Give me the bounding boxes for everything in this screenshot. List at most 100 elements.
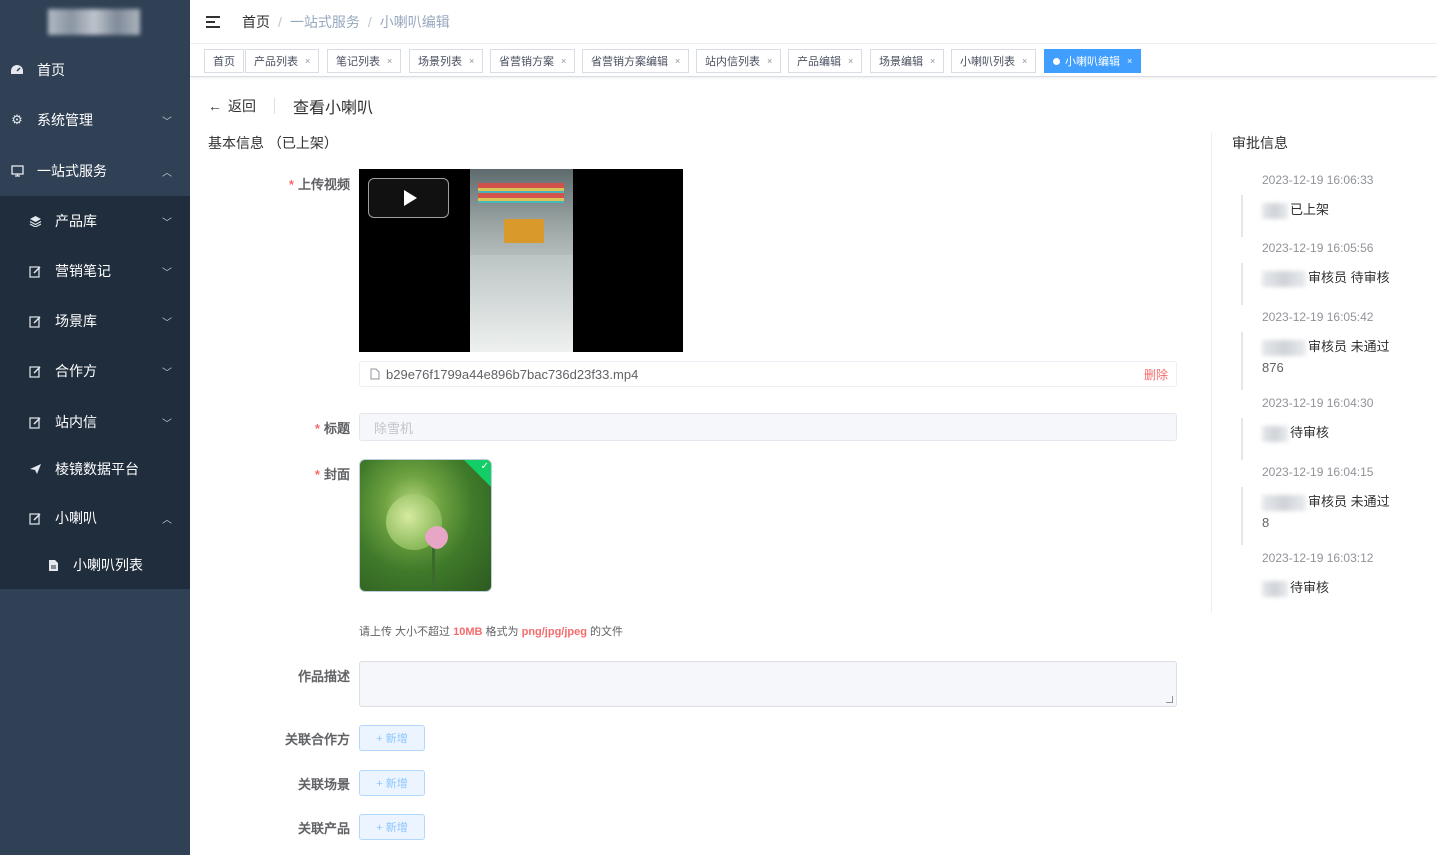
close-icon[interactable]: × (469, 56, 474, 66)
add-product-button[interactable]: + 新增 (359, 814, 425, 840)
chevron-up-icon: ︿ (162, 514, 172, 526)
tag-speaker-list[interactable]: 小喇叭列表 × (951, 49, 1037, 73)
sidebar-item-speaker-list[interactable]: 小喇叭列表 (0, 540, 190, 590)
partner-label: 关联合作方 (284, 732, 350, 747)
tag-scene-edit[interactable]: 场景编辑 × (870, 49, 945, 73)
timeline-item: 2023-12-19 16:05:56 审核员 待审核 (1241, 241, 1431, 311)
close-icon[interactable]: × (767, 56, 772, 66)
timeline-item: 2023-12-19 16:04:15 审核员 未通过 8 (1241, 465, 1431, 551)
timeline-item: 2023-12-19 16:04:30 待审核 (1241, 396, 1431, 466)
tag-home[interactable]: 首页 (204, 49, 244, 73)
tag-label: 笔记列表 (336, 56, 380, 68)
sidebar-item-marketing-notes[interactable]: 营销笔记 ﹀ (0, 246, 190, 296)
sidebar-item-prism[interactable]: 棱镜数据平台 (0, 444, 190, 494)
check-icon: ✓ (480, 461, 489, 472)
submenu: 产品库 ﹀ 营销笔记 ﹀ 场景库 ﹀ 合作方 ﹀ 站内信 ﹀ 棱镜数据平台 小喇… (0, 196, 190, 589)
uploaded-file: b29e76f1799a44e896b7bac736d23f33.mp4 删除 (359, 361, 1177, 387)
arrow-left-icon: ← (208, 98, 222, 114)
close-icon[interactable]: × (305, 56, 310, 66)
cover-label: * 封面 (314, 467, 350, 482)
sidebar-item-label: 一站式服务 (37, 163, 107, 179)
add-partner-button[interactable]: + 新增 (359, 725, 425, 751)
tag-scene-list[interactable]: 场景列表 × (409, 49, 484, 73)
sidebar-item-messages[interactable]: 站内信 ﹀ (0, 397, 190, 447)
tag-province-plan[interactable]: 省营销方案 × (490, 49, 576, 73)
tag-speaker-edit[interactable]: 小喇叭编辑 × (1044, 49, 1142, 73)
sidebar-item-home[interactable]: 首页 (0, 45, 190, 95)
chevron-down-icon: ﹀ (162, 267, 172, 279)
title-input[interactable]: 除雪机 (359, 413, 1177, 441)
sidebar-item-label: 站内信 (55, 414, 97, 430)
dashboard-icon (10, 63, 24, 77)
tag-message-list[interactable]: 站内信列表 × (696, 49, 782, 73)
delete-button[interactable]: 删除 (1144, 366, 1168, 383)
breadcrumb-home[interactable]: 首页 (242, 12, 270, 32)
sidebar-item-label: 产品库 (55, 213, 97, 229)
sidebar-item-speaker[interactable]: 小喇叭 ︿ (0, 493, 190, 543)
send-icon (28, 462, 42, 476)
edit-icon (28, 364, 42, 378)
tag-label: 小喇叭编辑 (1065, 56, 1120, 68)
tag-note-list[interactable]: 笔记列表 × (327, 49, 402, 73)
video-frame (470, 169, 573, 352)
hamburger-icon[interactable] (206, 15, 220, 28)
cover-image[interactable]: ✓ (359, 459, 492, 592)
sidebar-item-label: 场景库 (55, 313, 97, 329)
add-scene-button[interactable]: + 新增 (359, 770, 425, 796)
approval-panel: 审批信息 2023-12-19 16:06:33 已上架 2023-12-19 … (1211, 133, 1437, 613)
breadcrumb-separator: / (367, 13, 372, 30)
close-icon[interactable]: × (930, 56, 935, 66)
close-icon[interactable]: × (1022, 56, 1027, 66)
sidebar-item-onestop[interactable]: 一站式服务 ︿ (0, 146, 190, 196)
edit-icon (28, 415, 42, 429)
timeline-item: 2023-12-19 16:03:12 待审核 (1262, 551, 1374, 597)
close-icon[interactable]: × (387, 56, 392, 66)
file-name: b29e76f1799a44e896b7bac736d23f33.mp4 (386, 366, 639, 382)
gear-icon: ⚙ (11, 112, 23, 127)
document-icon (46, 558, 60, 572)
back-label: 返回 (228, 98, 256, 114)
upload-tip: 请上传 大小不超过 10MB 格式为 png/jpg/jpeg 的文件 (359, 626, 624, 638)
sidebar-item-system[interactable]: ⚙ 系统管理 ﹀ (0, 95, 190, 145)
tag-label: 场景编辑 (879, 56, 923, 68)
sidebar-item-label: 棱镜数据平台 (55, 461, 139, 477)
page-header: ← 返回 查看小喇叭 (208, 94, 373, 118)
video-player[interactable] (359, 169, 683, 352)
edit-icon (28, 314, 42, 328)
sidebar-item-partners[interactable]: 合作方 ﹀ (0, 346, 190, 396)
approval-title: 审批信息 (1232, 135, 1288, 151)
desc-textarea[interactable] (359, 661, 1177, 707)
chevron-down-icon: ﹀ (162, 367, 172, 379)
back-button[interactable]: ← 返回 (208, 96, 256, 116)
breadcrumb-separator: / (278, 13, 282, 30)
video-label: * 上传视频 (288, 177, 350, 192)
tag-product-edit[interactable]: 产品编辑 × (788, 49, 863, 73)
close-icon[interactable]: × (1127, 56, 1132, 66)
tag-label: 站内信列表 (705, 56, 760, 68)
tag-product-list[interactable]: 产品列表 × (245, 49, 320, 73)
breadcrumb: 首页 / 一站式服务 / 小喇叭编辑 (242, 12, 450, 32)
close-icon[interactable]: × (561, 56, 566, 66)
logo (0, 0, 190, 44)
close-icon[interactable]: × (848, 56, 853, 66)
tag-label: 首页 (213, 56, 235, 68)
scene-label: 关联场景 (297, 777, 350, 792)
chevron-up-icon: ︿ (162, 167, 172, 179)
close-icon[interactable]: × (675, 56, 680, 66)
tag-label: 省营销方案编辑 (591, 56, 668, 68)
chevron-down-icon: ﹀ (162, 418, 172, 430)
sidebar-item-scene-lib[interactable]: 场景库 ﹀ (0, 296, 190, 346)
chevron-down-icon: ﹀ (162, 217, 172, 229)
tag-province-plan-edit[interactable]: 省营销方案编辑 × (582, 49, 690, 73)
tags-view: 首页 产品列表 × 笔记列表 × 场景列表 × 省营销方案 × 省营销方案编辑 × 站内信… (190, 44, 1437, 77)
play-icon[interactable] (368, 178, 449, 218)
edit-icon (28, 264, 42, 278)
tag-label: 产品编辑 (797, 56, 841, 68)
active-dot-icon (1053, 57, 1060, 65)
tag-label: 省营销方案 (499, 56, 554, 68)
main-content: ← 返回 查看小喇叭 基本信息 （已上架） * 上传视频 b29e76f1799a… (190, 78, 1437, 855)
edit-icon (28, 511, 42, 525)
sidebar-item-product-lib[interactable]: 产品库 ﹀ (0, 196, 190, 246)
title-label: * 标题 (314, 421, 350, 436)
breadcrumb-level1: 一站式服务 (289, 13, 360, 30)
